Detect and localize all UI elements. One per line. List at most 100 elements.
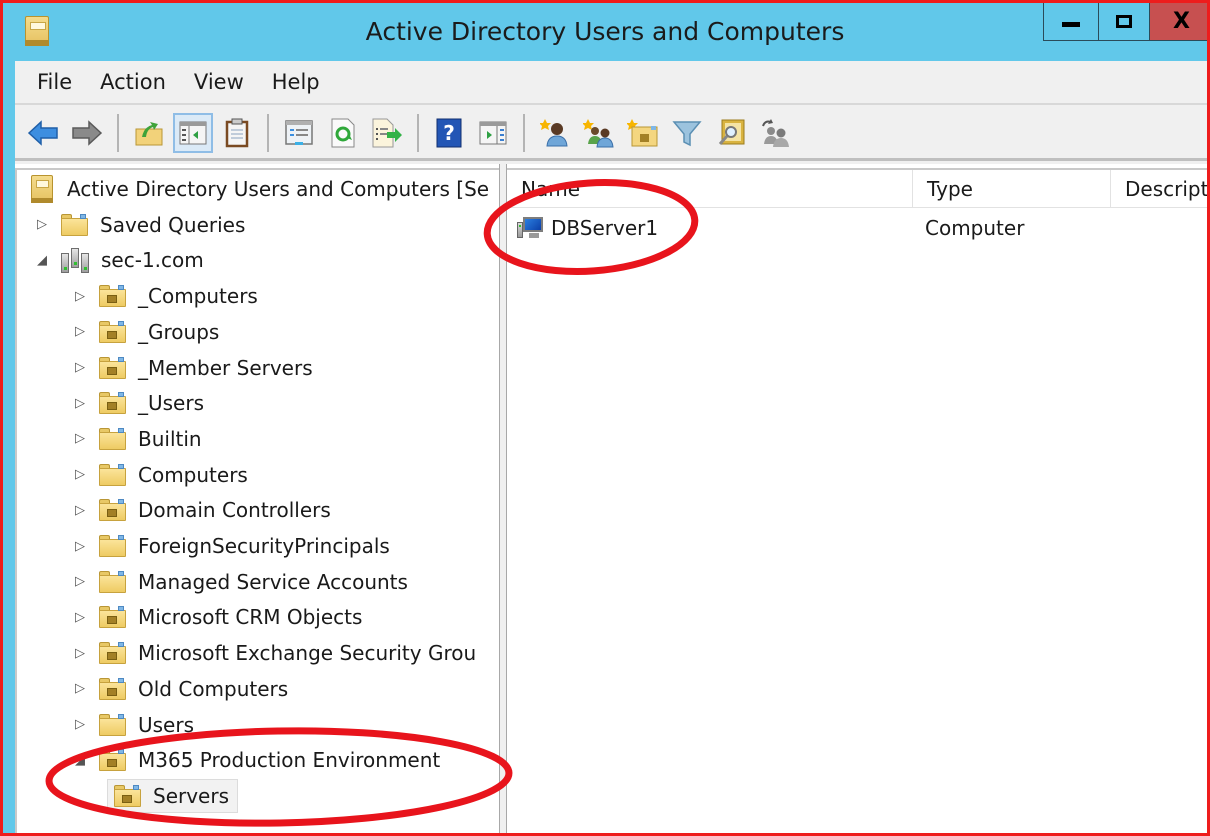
tree-item[interactable]: ▷ _Member Servers [69, 351, 313, 385]
collapsed-triangle-icon[interactable]: ▷ [69, 672, 91, 706]
help-button[interactable]: ? [429, 113, 469, 153]
find-button[interactable] [711, 113, 751, 153]
expanded-triangle-icon[interactable]: ◢ [69, 743, 91, 777]
tree-item[interactable]: ▷ _Groups [69, 315, 219, 349]
forward-button[interactable] [67, 113, 107, 153]
tree-item-content[interactable]: Builtin [91, 422, 202, 456]
tree-item[interactable]: ▷ ForeignSecurityPrincipals [69, 529, 390, 563]
collapsed-triangle-icon[interactable]: ▷ [69, 386, 91, 420]
tree-item-content[interactable]: Old Computers [91, 672, 288, 706]
menu-action[interactable]: Action [88, 70, 182, 94]
collapsed-triangle-icon[interactable]: ▷ [69, 422, 91, 456]
tree-item[interactable]: ◢ M365 Production Environment [69, 743, 440, 777]
tree-item-content[interactable]: Domain Controllers [91, 493, 331, 527]
paste-button[interactable] [217, 113, 257, 153]
close-button[interactable]: X [1149, 3, 1207, 41]
column-header-description[interactable]: Descript [1111, 170, 1207, 208]
column-type-label: Type [927, 176, 973, 201]
collapsed-triangle-icon[interactable]: ▷ [69, 565, 91, 599]
tree-item[interactable]: ▷ Managed Service Accounts [69, 565, 408, 599]
refresh-icon [331, 118, 355, 147]
tree-item[interactable]: ◢ sec-1.com [31, 243, 204, 277]
tree-item[interactable]: Servers [107, 778, 239, 813]
filter-button[interactable] [667, 113, 707, 153]
new-user-button[interactable] [535, 113, 575, 153]
tree-item-label: Builtin [138, 426, 202, 451]
tree-root-label: Active Directory Users and Computers [Se [67, 177, 490, 201]
minimize-button[interactable] [1043, 3, 1099, 41]
collapsed-triangle-icon[interactable]: ▷ [69, 529, 91, 563]
tree-item[interactable]: ▷ Microsoft Exchange Security Grou [69, 636, 476, 670]
tree-item-label: _Member Servers [138, 355, 313, 380]
menu-help[interactable]: Help [260, 70, 336, 94]
column-header-name[interactable]: Name [507, 170, 913, 208]
tree-item-content[interactable]: _Member Servers [91, 351, 313, 385]
organizational-unit-icon [99, 499, 126, 522]
details-list[interactable]: Name Type Descript DBServer1 Computer [507, 168, 1207, 833]
tree-item-content[interactable]: Managed Service Accounts [91, 565, 408, 599]
tree-item[interactable]: ▷ _Computers [69, 279, 258, 313]
tree-item-label: Microsoft Exchange Security Grou [138, 641, 477, 666]
tree-item[interactable]: ▷ Domain Controllers [69, 493, 331, 527]
tree-item-content[interactable]: _Users [91, 386, 204, 420]
export-list-button[interactable] [367, 113, 407, 153]
tree-item-content[interactable]: M365 Production Environment [91, 743, 440, 777]
menu-view[interactable]: View [182, 70, 260, 94]
collapsed-triangle-icon[interactable]: ▷ [69, 493, 91, 527]
back-button[interactable] [23, 113, 63, 153]
computer-type: Computer [925, 216, 1025, 240]
tree-item-content[interactable]: Saved Queries [53, 208, 245, 242]
export-list-icon [372, 118, 402, 147]
menu-file[interactable]: File [25, 70, 88, 94]
maximize-button[interactable] [1098, 3, 1150, 41]
filter-icon [672, 120, 702, 146]
selected-tree-item[interactable]: Servers [107, 778, 239, 813]
tree-item-content[interactable]: Microsoft Exchange Security Grou [91, 636, 476, 670]
folder-icon [99, 427, 126, 450]
collapsed-triangle-icon[interactable]: ▷ [69, 708, 91, 742]
add-to-group-button[interactable] [755, 113, 795, 153]
tree-item[interactable]: ▷ Computers [69, 458, 248, 492]
tree-item[interactable]: ▷ Users [69, 708, 194, 742]
tree-item-content[interactable]: ForeignSecurityPrincipals [91, 529, 390, 563]
tree-item[interactable]: ▷ Old Computers [69, 672, 288, 706]
column-header-type[interactable]: Type [913, 170, 1111, 208]
folder-icon [99, 535, 126, 557]
new-ou-button[interactable] [623, 113, 663, 153]
tree-item[interactable]: ▷ Builtin [69, 422, 202, 456]
collapsed-triangle-icon[interactable]: ▷ [31, 208, 53, 242]
list-item[interactable]: DBServer1 Computer [507, 210, 1207, 246]
tree-item-content[interactable]: _Computers [91, 279, 258, 313]
console-tree[interactable]: Active Directory Users and Computers [Se… [15, 168, 499, 833]
close-icon: X [1173, 9, 1190, 34]
title-bar[interactable]: Active Directory Users and Computers X [3, 3, 1207, 61]
collapsed-triangle-icon[interactable]: ▷ [69, 315, 91, 349]
tree-item[interactable]: ▷ Microsoft CRM Objects [69, 600, 362, 634]
pane-splitter[interactable] [499, 164, 507, 833]
tree-item[interactable]: ▷ _Users [69, 386, 204, 420]
properties-button[interactable] [279, 113, 319, 153]
up-one-level-button[interactable] [129, 113, 169, 153]
tree-item-content[interactable]: Computers [91, 458, 248, 492]
collapsed-triangle-icon[interactable]: ▷ [69, 458, 91, 492]
refresh-button[interactable] [323, 113, 363, 153]
organizational-unit-icon [99, 320, 126, 343]
show-action-pane-button[interactable] [473, 113, 513, 153]
expanded-triangle-icon[interactable]: ◢ [31, 243, 53, 277]
tree-item-content[interactable]: _Groups [91, 315, 219, 349]
tree-item-content[interactable]: Users [91, 708, 194, 742]
tree-item-content[interactable]: sec-1.com [53, 243, 204, 277]
collapsed-triangle-icon[interactable]: ▷ [69, 600, 91, 634]
collapsed-triangle-icon[interactable]: ▷ [69, 636, 91, 670]
tree-root[interactable]: Active Directory Users and Computers [Se [31, 172, 489, 206]
tree-item-content[interactable]: Microsoft CRM Objects [91, 600, 362, 634]
tree-item[interactable]: ▷ Saved Queries [31, 208, 245, 242]
tree-item-label: _Computers [138, 284, 258, 309]
window-title: Active Directory Users and Computers [365, 17, 845, 46]
new-group-button[interactable] [579, 113, 619, 153]
collapsed-triangle-icon[interactable]: ▷ [69, 351, 91, 385]
show-hide-console-tree-button[interactable] [173, 112, 213, 153]
list-cell-type: Computer [925, 210, 1024, 246]
collapsed-triangle-icon[interactable]: ▷ [69, 279, 91, 313]
new-ou-icon [627, 118, 658, 146]
